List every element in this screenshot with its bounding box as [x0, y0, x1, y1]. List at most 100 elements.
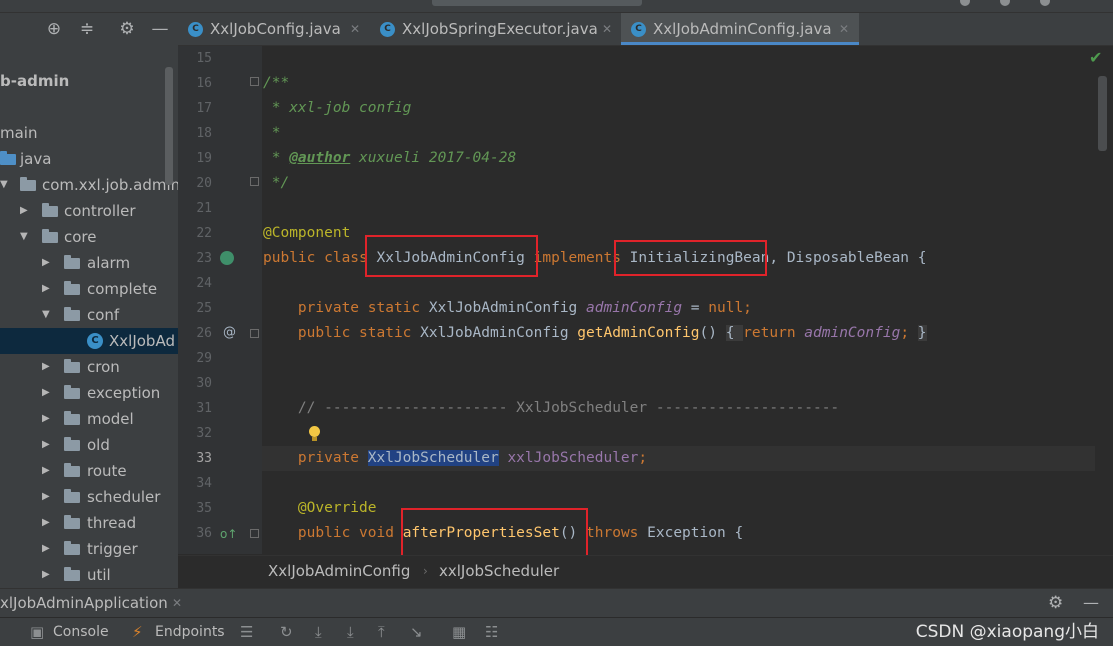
tree-item-cron[interactable]: ▶ cron	[0, 354, 178, 380]
evaluate-icon[interactable]: ▦	[452, 618, 466, 646]
close-icon[interactable]: ✕	[350, 13, 360, 45]
chevron-right-icon[interactable]: ▶	[42, 562, 54, 588]
chevron-down-icon[interactable]: ▼	[20, 224, 32, 250]
package-icon	[64, 385, 80, 399]
tab-endpoints[interactable]: Endpoints	[155, 618, 225, 646]
highlight-box-initializingbean	[614, 240, 767, 276]
chevron-right-icon[interactable]: ▶	[20, 198, 32, 224]
tree-item-selected-class[interactable]: C XxlJobAd	[0, 328, 178, 354]
code-area[interactable]: /** * xxl-job config * * @author xuxueli…	[263, 46, 1093, 554]
fold-icon[interactable]	[250, 329, 259, 338]
tree-label: route	[87, 462, 127, 480]
tree-item-package[interactable]: ▼ com.xxl.job.admin	[0, 172, 178, 198]
line-number: 23	[196, 251, 212, 266]
tree-root[interactable]: b-admin	[0, 68, 178, 94]
minimize-icon[interactable]: —	[1083, 589, 1099, 617]
chevron-down-icon[interactable]: ▼	[42, 302, 54, 328]
chevron-right-icon[interactable]: ▶	[42, 458, 54, 484]
toolbar-icon[interactable]	[1000, 0, 1010, 6]
class-icon: C	[631, 22, 646, 37]
tree-item-main[interactable]: main	[0, 120, 178, 146]
line-number: 20	[196, 176, 212, 191]
inspection-ok-icon[interactable]: ✔	[1089, 48, 1102, 67]
tree-item-controller[interactable]: ▶ controller	[0, 198, 178, 224]
chevron-right-icon[interactable]: ▶	[42, 536, 54, 562]
tab-console[interactable]: Console	[53, 618, 109, 646]
line-number: 18	[196, 126, 212, 141]
editor-tabs: C XxlJobConfig.java ✕ C XxlJobSpringExec…	[178, 13, 1113, 46]
chevron-down-icon[interactable]: ▼	[0, 172, 12, 198]
chevron-right-icon[interactable]: ▶	[42, 406, 54, 432]
code-token: ;	[743, 300, 752, 316]
package-icon	[64, 489, 80, 503]
locate-icon[interactable]: ⊕	[44, 19, 64, 39]
gear-icon[interactable]: ⚙	[117, 19, 137, 39]
package-icon	[64, 255, 80, 269]
chevron-right-icon[interactable]: ▶	[42, 484, 54, 510]
line-number: 24	[196, 276, 212, 291]
tree-item-core[interactable]: ▼ core	[0, 224, 178, 250]
tree-item-complete[interactable]: ▶ complete	[0, 276, 178, 302]
code-line: // --------------------- XxlJobScheduler…	[263, 400, 840, 416]
gear-icon[interactable]: ⚙	[1048, 589, 1063, 617]
editor-scrollbar[interactable]	[1095, 46, 1113, 554]
tab-xxljobspringexecutor[interactable]: C XxlJobSpringExecutor.java ✕	[370, 13, 618, 45]
package-icon	[64, 437, 80, 451]
tree-item-exception[interactable]: ▶ exception	[0, 380, 178, 406]
trace-icon[interactable]: ☷	[485, 618, 498, 646]
chevron-right-icon[interactable]: ▶	[42, 276, 54, 302]
run-config-selector[interactable]	[432, 0, 642, 6]
step-into-icon[interactable]: ⤓	[347, 618, 354, 646]
toolbar-icon[interactable]	[960, 0, 970, 6]
implements-icon[interactable]: o↑	[220, 527, 237, 541]
hide-icon[interactable]: —	[150, 19, 170, 39]
project-panel: ⊕ ≑ ⚙ — b-admin main java ▼ com.xxl.job.a…	[0, 13, 178, 588]
override-icon[interactable]: @	[223, 325, 236, 340]
collapse-icon[interactable]: ≑	[77, 19, 97, 39]
run-to-cursor-icon[interactable]: ↘	[410, 618, 423, 646]
tab-xxljobconfig[interactable]: C XxlJobConfig.java ✕	[178, 13, 368, 45]
project-scrollbar[interactable]	[165, 67, 173, 185]
code-token: return	[743, 325, 805, 341]
menu-icon[interactable]: ☰	[240, 618, 253, 646]
tree-item-scheduler[interactable]: ▶ scheduler	[0, 484, 178, 510]
tree-item-model[interactable]: ▶ model	[0, 406, 178, 432]
chevron-right-icon[interactable]: ▶	[42, 510, 54, 536]
step-over-icon[interactable]: ⤓	[315, 618, 322, 646]
run-config-tab[interactable]: xlJobAdminApplication	[0, 589, 168, 617]
chevron-right-icon[interactable]: ▶	[42, 432, 54, 458]
close-icon[interactable]: ✕	[172, 589, 182, 617]
tree-item-route[interactable]: ▶ route	[0, 458, 178, 484]
tree-item-thread[interactable]: ▶ thread	[0, 510, 178, 536]
fold-icon[interactable]	[250, 177, 259, 186]
lightbulb-base	[312, 437, 317, 441]
package-icon	[64, 281, 80, 295]
close-icon[interactable]: ✕	[839, 13, 849, 45]
fold-icon[interactable]	[250, 77, 259, 86]
code-token: XxlJobAdminConfig	[428, 300, 587, 316]
tree-item-util[interactable]: ▶ util	[0, 562, 178, 588]
breadcrumb-item[interactable]: xxlJobScheduler	[439, 556, 559, 586]
tree-item-java[interactable]: java	[0, 146, 178, 172]
lightbulb-icon[interactable]	[309, 426, 320, 437]
chevron-right-icon[interactable]: ▶	[42, 250, 54, 276]
tree-item-alarm[interactable]: ▶ alarm	[0, 250, 178, 276]
scrollbar-thumb[interactable]	[1098, 76, 1107, 151]
toolbar-icon[interactable]	[1040, 0, 1050, 6]
step-out-icon[interactable]: ⤒	[378, 618, 385, 646]
breadcrumb-item[interactable]: XxlJobAdminConfig	[268, 556, 410, 586]
tab-xxljobadminconfig[interactable]: C XxlJobAdminConfig.java ✕	[621, 13, 859, 45]
fold-icon[interactable]	[250, 529, 259, 538]
chevron-right-icon[interactable]: ▶	[42, 380, 54, 406]
bean-icon[interactable]	[220, 251, 234, 265]
tree-item-old[interactable]: ▶ old	[0, 432, 178, 458]
close-icon[interactable]: ✕	[602, 13, 612, 45]
tree-item-trigger[interactable]: ▶ trigger	[0, 536, 178, 562]
chevron-right-icon[interactable]: ▶	[42, 354, 54, 380]
class-icon: C	[87, 333, 103, 349]
run-tool-window-header: xlJobAdminApplication ✕ ⚙ —	[0, 588, 1113, 617]
rerun-icon[interactable]: ↻	[280, 618, 293, 646]
tree-item-conf[interactable]: ▼ conf	[0, 302, 178, 328]
code-token: {	[725, 325, 744, 341]
line-number: 35	[196, 501, 212, 516]
